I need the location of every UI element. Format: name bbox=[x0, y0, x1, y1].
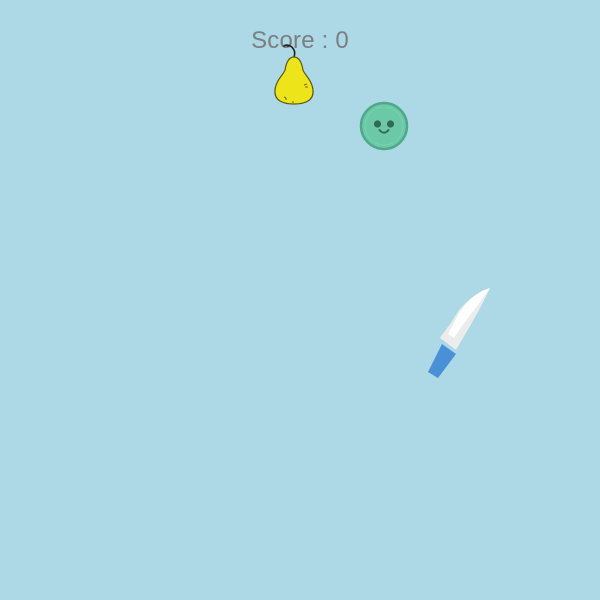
knife-blade-edge bbox=[448, 288, 490, 338]
slime-face-icon bbox=[359, 101, 409, 151]
knife-handle bbox=[428, 344, 456, 378]
score-value: 0 bbox=[335, 27, 349, 54]
pear-icon bbox=[274, 44, 314, 105]
slime-right-eye bbox=[386, 120, 395, 128]
knife-cursor[interactable] bbox=[420, 280, 500, 384]
pear-fruit[interactable] bbox=[270, 40, 318, 108]
slime-body bbox=[359, 101, 409, 151]
knife-icon bbox=[428, 288, 490, 378]
slime-left-eye bbox=[373, 120, 382, 128]
pear-body bbox=[274, 56, 314, 105]
game-canvas[interactable]: Score : 0 bbox=[0, 0, 600, 600]
pear-stem bbox=[283, 44, 296, 58]
green-slime-ball[interactable] bbox=[358, 100, 410, 152]
